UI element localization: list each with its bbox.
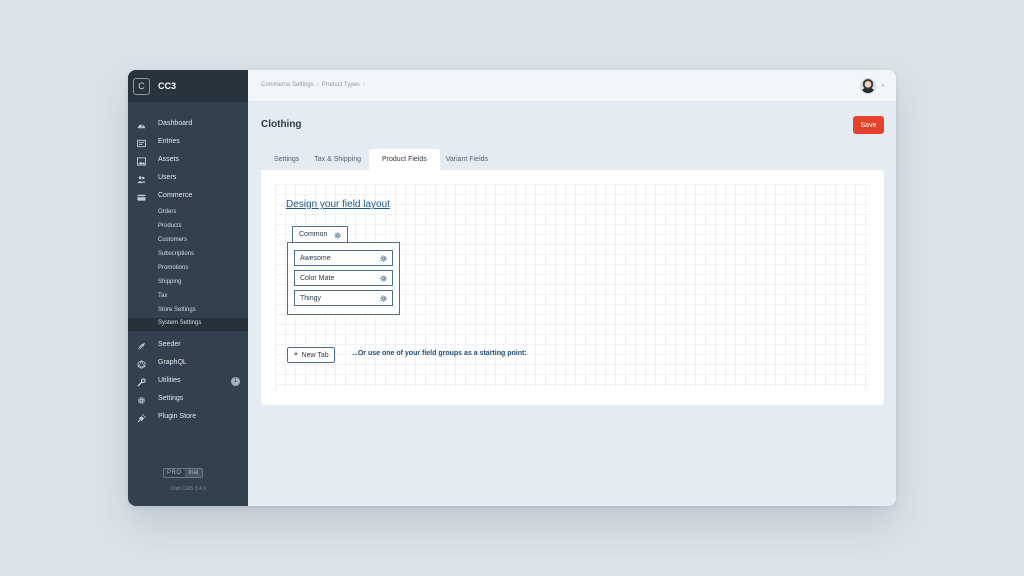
gear-icon[interactable] [334,232,341,239]
tab-tax-shipping[interactable]: Tax & Shipping [308,149,370,171]
sidebar-subitem-subscriptions[interactable]: Subscriptions [128,249,248,261]
app-window: C CC3 Dashboard Entries Assets Users Com… [128,70,896,506]
new-tab-button[interactable]: + New Tab [287,347,335,363]
utilities-badge: 1 [231,377,240,386]
sidebar-subitem-label: Shipping [158,279,182,285]
avatar[interactable] [860,78,876,94]
layout-field[interactable]: Thingy [294,290,393,306]
layout-field-label: Thingy [300,295,322,302]
sidebar-item-label: Entries [158,138,180,145]
tab-product-fields[interactable]: Product Fields [369,149,440,171]
card-icon [137,194,146,201]
image-icon [137,157,146,166]
layout-tab-common[interactable]: Common [292,226,348,243]
sidebar-item-commerce[interactable]: Commerce [128,190,248,204]
sidebar-subitem-label: Customers [158,237,188,243]
seeder-icon [137,342,146,351]
sidebar-subitem-label: Products [158,223,182,229]
sidebar-item-utilities[interactable]: Utilities 1 [128,375,248,389]
plus-icon: + [293,349,299,359]
site-name: CC3 [158,81,177,91]
field-groups-hint: ...Or use one of your field groups as a … [352,350,527,357]
sidebar-subitem-shipping[interactable]: Shipping [128,277,248,289]
sidebar-item-label: Utilities [158,377,181,384]
chevron-down-icon[interactable]: ▾ [881,83,884,89]
top-bar: Commerce Settings › Product Types › ▾ [248,70,896,102]
breadcrumb-separator: › [316,82,319,88]
plug-icon [137,414,146,423]
sidebar-item-users[interactable]: Users [128,172,248,186]
sidebar-subitem-promotions[interactable]: Promotions [128,263,248,275]
gear-icon[interactable] [380,295,387,302]
layout-field[interactable]: Awesome [294,250,393,266]
breadcrumb-product-types[interactable]: Product Types [322,82,360,88]
layout-field-label: Awesome [300,255,331,262]
sidebar-subitem-products[interactable]: Products [128,221,248,233]
page-title: Clothing [261,119,302,130]
sidebar-subitem-customers[interactable]: Customers [128,235,248,247]
sidebar-item-label: Commerce [158,192,193,199]
save-button[interactable]: Save [853,116,884,134]
sidebar-item-label: Users [158,174,177,181]
sidebar-item-assets[interactable]: Assets [128,154,248,168]
sidebar-item-settings[interactable]: Settings [128,393,248,407]
sidebar-item-plugin-store[interactable]: Plugin Store [128,411,248,425]
site-icon: C [133,77,150,95]
sidebar: C CC3 Dashboard Entries Assets Users Com… [128,70,248,506]
sidebar-subitem-label: Promotions [158,265,189,271]
layout-tab-label: Common [299,231,328,238]
sidebar-subitem-label: System Settings [158,320,202,326]
sidebar-item-label: Settings [158,395,184,402]
craft-version: Craft CMS 3.4.9 [170,486,206,492]
sidebar-item-label: Dashboard [158,120,193,127]
new-tab-label: New Tab [301,351,329,359]
edition-trial: trial [184,469,203,477]
field-layout-heading: Design your field layout [286,199,390,210]
entries-icon [137,139,146,148]
gear-icon[interactable] [380,275,387,282]
sidebar-item-label: Assets [158,156,180,163]
main-content: Commerce Settings › Product Types › ▾ Cl… [248,70,896,506]
edition-pro: PRO [167,470,182,476]
graphql-icon [137,360,146,369]
layout-tab-body: Awesome Color Mate Thingy [287,242,400,315]
breadcrumb: Commerce Settings › Product Types › [261,82,365,88]
sidebar-item-label: Seeder [158,341,181,348]
tab-settings[interactable]: Settings [261,149,308,171]
sidebar-subitem-system-settings[interactable]: System Settings [128,318,248,331]
sidebar-item-label: Plugin Store [158,413,197,420]
sidebar-item-entries[interactable]: Entries [128,136,248,150]
gear-icon[interactable] [380,255,387,262]
gauge-icon [137,123,146,129]
sidebar-item-seeder[interactable]: Seeder [128,339,248,353]
layout-field[interactable]: Color Mate [294,270,393,286]
edition-badge[interactable]: PRO trial [163,468,204,478]
sidebar-item-dashboard[interactable]: Dashboard [128,118,248,132]
sidebar-item-graphql[interactable]: GraphQL [128,357,248,371]
sidebar-subitem-label: Orders [158,209,177,215]
users-icon [137,176,146,184]
tab-bar: Settings Tax & Shipping Product Fields V… [261,149,497,171]
layout-field-label: Color Mate [300,275,335,282]
sidebar-subitem-orders[interactable]: Orders [128,207,248,219]
gear-icon [137,396,146,405]
sidebar-item-label: GraphQL [158,359,187,366]
sidebar-subitem-label: Store Settings [158,307,196,313]
sidebar-subitem-label: Subscriptions [158,251,195,257]
sidebar-subitem-store-settings[interactable]: Store Settings [128,305,248,317]
field-layout-card: Design your field layout Common Awesome … [261,170,884,405]
site-header[interactable]: C CC3 [128,70,248,102]
breadcrumb-separator: › [362,82,365,88]
breadcrumb-commerce-settings[interactable]: Commerce Settings [261,82,314,88]
sidebar-subitem-tax[interactable]: Tax [128,291,248,303]
tab-variant-fields[interactable]: Variant Fields [440,149,497,171]
sidebar-subitem-label: Tax [158,293,168,299]
wrench-icon [137,378,146,387]
